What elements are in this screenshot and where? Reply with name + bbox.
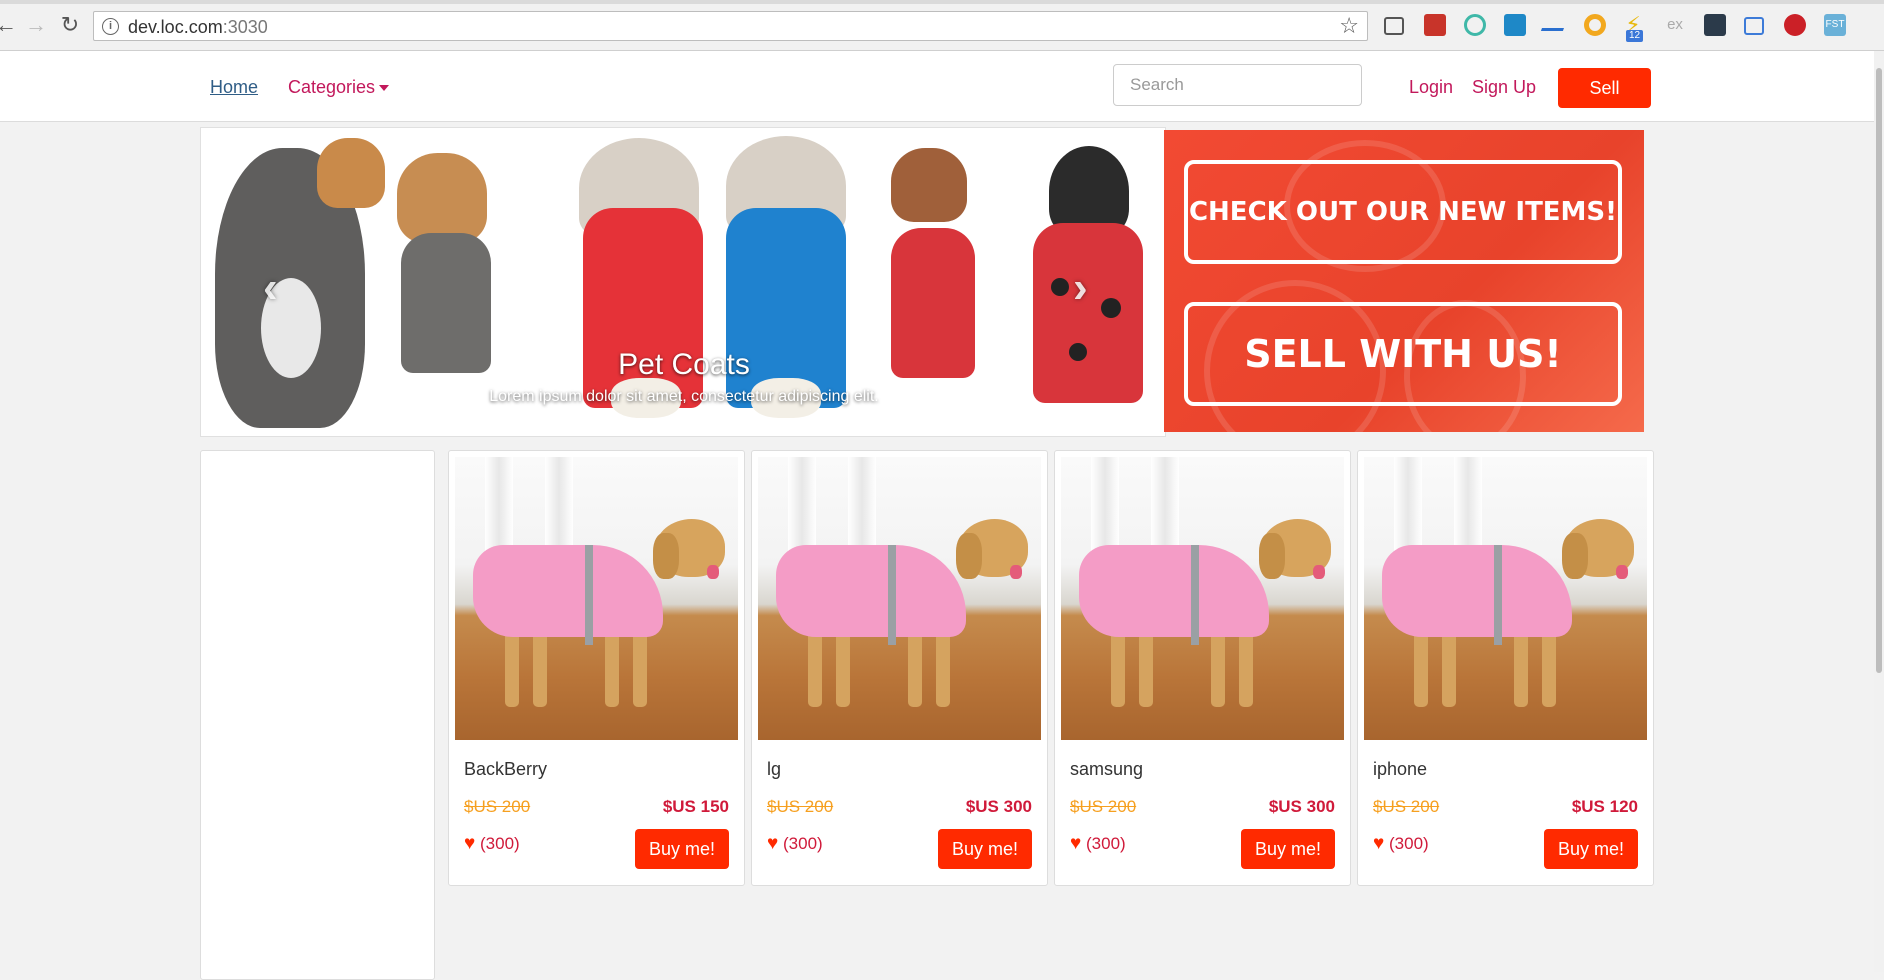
carousel: ‹ › Pet Coats Lorem ipsum dolor sit amet… <box>200 127 1166 437</box>
url-text: dev.loc.com:3030 <box>128 17 268 37</box>
sidebar-panel <box>200 450 435 980</box>
promo-new-items[interactable]: CHECK OUT OUR NEW ITEMS! <box>1184 160 1622 264</box>
product-name[interactable]: iphone <box>1373 759 1427 780</box>
extension-circle-icon[interactable] <box>1464 14 1486 36</box>
promo-sell-with-us[interactable]: SELL WITH US! <box>1184 302 1622 406</box>
tab-strip <box>0 0 1884 4</box>
login-link[interactable]: Login <box>1409 77 1453 98</box>
browser-toolbar: ← → ↻ i dev.loc.com:3030 ☆ ⚡ 12 ex FST <box>0 0 1884 51</box>
likes-count: (300) <box>1086 834 1126 853</box>
product-image[interactable] <box>758 457 1041 740</box>
nav-categories-dropdown[interactable]: Categories <box>288 77 390 98</box>
carousel-prev-icon[interactable]: ‹ <box>263 263 278 313</box>
product-card: iphone $US 200 $US 120 ♥ (300) Buy me! <box>1357 450 1654 886</box>
product-image[interactable] <box>1364 457 1647 740</box>
buy-button[interactable]: Buy me! <box>938 829 1032 869</box>
buy-button[interactable]: Buy me! <box>1241 829 1335 869</box>
carousel-caption-title: Pet Coats <box>618 348 750 381</box>
extension-blue-icon[interactable] <box>1504 14 1526 36</box>
forward-icon[interactable]: → <box>24 13 48 37</box>
carousel-caption-text: Lorem ipsum dolor sit amet, consectetur … <box>489 388 879 405</box>
product-card: BackBerry $US 200 $US 150 ♥ (300) Buy me… <box>448 450 745 886</box>
carousel-next-icon[interactable]: › <box>1073 263 1088 313</box>
likes-count: (300) <box>783 834 823 853</box>
extension-badge: 12 <box>1626 30 1644 42</box>
bookmark-star-icon[interactable]: ☆ <box>1339 13 1359 39</box>
buy-button[interactable]: Buy me! <box>1544 829 1638 869</box>
extension-color-wheel-icon[interactable] <box>1584 14 1606 36</box>
product-price: $US 300 <box>965 797 1032 816</box>
reload-icon[interactable]: ↻ <box>58 13 82 37</box>
product-old-price: $US 200 <box>767 797 834 816</box>
signup-link[interactable]: Sign Up <box>1472 77 1536 98</box>
buy-button[interactable]: Buy me! <box>635 829 729 869</box>
search-input[interactable] <box>1113 64 1362 106</box>
address-bar[interactable]: i dev.loc.com:3030 ☆ <box>93 11 1368 41</box>
product-price: $US 120 <box>1571 797 1638 816</box>
product-likes[interactable]: ♥ (300) <box>464 833 520 855</box>
likes-count: (300) <box>480 834 520 853</box>
product-name[interactable]: lg <box>767 759 781 780</box>
site-navbar: Home Categories Login Sign Up Sell <box>0 51 1874 122</box>
product-likes[interactable]: ♥ (300) <box>1373 833 1429 855</box>
likes-count: (300) <box>1389 834 1429 853</box>
info-icon[interactable]: i <box>102 18 119 35</box>
heart-icon[interactable]: ♥ <box>464 833 475 854</box>
heart-icon[interactable]: ♥ <box>1070 833 1081 854</box>
product-likes[interactable]: ♥ (300) <box>1070 833 1126 855</box>
extension-fst-icon[interactable]: FST <box>1824 14 1846 36</box>
product-name[interactable]: samsung <box>1070 759 1143 780</box>
back-icon[interactable]: ← <box>0 13 18 37</box>
product-old-price: $US 200 <box>1070 797 1137 816</box>
product-card: lg $US 200 $US 300 ♥ (300) Buy me! <box>751 450 1048 886</box>
heart-icon[interactable]: ♥ <box>767 833 778 854</box>
caret-down-icon <box>379 85 390 92</box>
extension-brush-icon[interactable] <box>1540 14 1570 31</box>
cast-icon[interactable] <box>1384 17 1404 35</box>
product-card: samsung $US 200 $US 300 ♥ (300) Buy me! <box>1054 450 1351 886</box>
product-old-price: $US 200 <box>1373 797 1440 816</box>
extension-paw-icon[interactable] <box>1424 14 1446 36</box>
scrollbar-thumb[interactable] <box>1876 68 1882 673</box>
promo-banner[interactable]: CHECK OUT OUR NEW ITEMS! SELL WITH US! <box>1164 130 1644 432</box>
product-old-price: $US 200 <box>464 797 531 816</box>
extension-dots-icon[interactable] <box>1704 14 1726 36</box>
product-image[interactable] <box>455 457 738 740</box>
nav-home-link[interactable]: Home <box>210 77 258 98</box>
product-price: $US 150 <box>662 797 729 816</box>
product-image[interactable] <box>1061 457 1344 740</box>
pinterest-icon[interactable] <box>1784 14 1806 36</box>
extension-screen-icon[interactable] <box>1744 17 1764 35</box>
product-name[interactable]: BackBerry <box>464 759 547 780</box>
heart-icon[interactable]: ♥ <box>1373 833 1384 854</box>
categories-label: Categories <box>288 77 376 97</box>
product-likes[interactable]: ♥ (300) <box>767 833 823 855</box>
sell-button[interactable]: Sell <box>1558 68 1651 108</box>
product-price: $US 300 <box>1268 797 1335 816</box>
extension-ex-icon[interactable]: ex <box>1664 14 1686 36</box>
